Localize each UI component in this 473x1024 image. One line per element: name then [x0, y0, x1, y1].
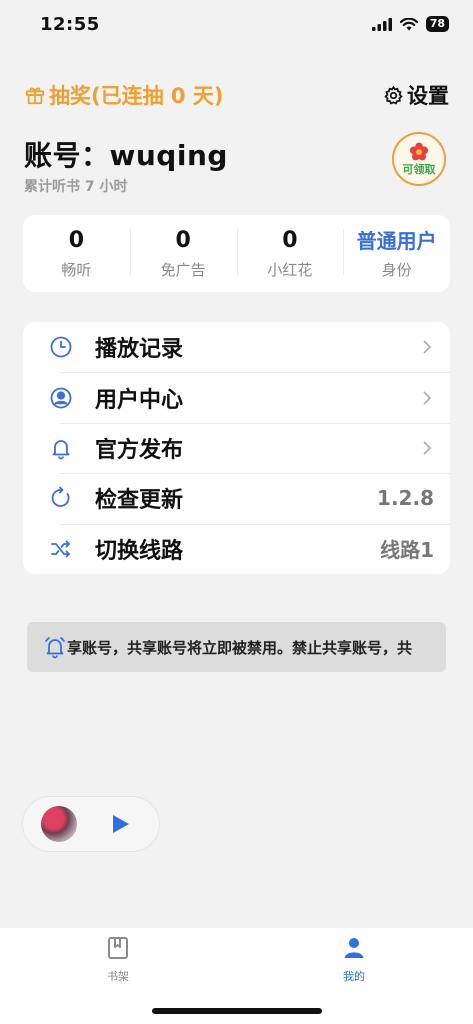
menu-card: 播放记录 用户中心 官方发布 检查更新 1.2.8 切换线路 线路1: [23, 322, 450, 574]
lottery-button[interactable]: 抽奖(已连抽 0 天): [24, 80, 223, 110]
menu-item-switch-route[interactable]: 切换线路 线路1: [23, 523, 450, 574]
menu-label: 切换线路: [95, 538, 184, 564]
chevron-right-icon: [423, 391, 432, 405]
gift-icon: [25, 87, 45, 105]
stats-card: 0 畅听 0 免广告 0 小红花 普通用户 身份: [23, 215, 450, 292]
alarm-bell-icon: [45, 637, 65, 659]
stat-label: 畅听: [61, 261, 92, 279]
mini-player[interactable]: [22, 796, 160, 852]
album-cover[interactable]: [41, 806, 77, 842]
user-circle-icon: [47, 384, 75, 412]
menu-label: 用户中心: [95, 387, 184, 413]
listen-time: 累计听书 7 小时: [24, 179, 128, 195]
menu-item-user-center[interactable]: 用户中心: [23, 372, 450, 422]
notice-banner[interactable]: 享账号，共享账号将立即被禁用。禁止共享账号，共: [27, 622, 446, 672]
settings-button[interactable]: 设置: [383, 80, 449, 110]
battery-icon: 78: [425, 16, 449, 32]
claim-label: 可领取: [402, 163, 436, 176]
menu-label: 检查更新: [95, 488, 184, 514]
claim-button[interactable]: 可领取: [392, 132, 446, 186]
stat-label: 免广告: [160, 261, 206, 279]
signal-icon: [371, 17, 392, 31]
stat-value: 普通用户: [356, 229, 437, 253]
stat-value: 0: [175, 228, 191, 253]
tab-mine[interactable]: 我的: [314, 936, 394, 984]
version-value: 1.2.8: [377, 486, 434, 511]
menu-item-check-update[interactable]: 检查更新 1.2.8: [23, 473, 450, 523]
menu-label: 官方发布: [95, 437, 184, 463]
tab-bookshelf[interactable]: 书架: [78, 936, 158, 984]
account-name: 账号：wuqing: [24, 139, 228, 172]
bell-icon: [47, 434, 75, 462]
stat-identity[interactable]: 普通用户 身份: [343, 227, 450, 280]
tab-label: 我的: [343, 970, 365, 983]
status-icons: 78: [371, 16, 449, 32]
settings-label: 设置: [407, 84, 449, 108]
menu-item-official-release[interactable]: 官方发布: [23, 422, 450, 473]
stat-value: 0: [282, 228, 298, 253]
shuffle-icon: [47, 535, 75, 563]
stat-listen[interactable]: 0 畅听: [23, 227, 130, 280]
status-time: 12:55: [40, 14, 100, 35]
chevron-right-icon: [423, 340, 432, 354]
stat-value: 0: [68, 228, 85, 253]
home-indicator: [152, 1008, 322, 1014]
flower-icon: [409, 142, 429, 161]
gear-icon: [384, 85, 403, 104]
stat-label: 身份: [381, 261, 412, 279]
chevron-right-icon: [423, 441, 432, 455]
refresh-icon: [47, 484, 75, 512]
lottery-label: 抽奖(已连抽 0 天): [49, 84, 224, 108]
route-value: 线路1: [380, 538, 434, 563]
tab-label: 书架: [107, 970, 129, 983]
wifi-icon: [399, 17, 418, 30]
menu-item-play-history[interactable]: 播放记录: [23, 322, 450, 372]
status-bar: 12:55 78: [0, 0, 473, 52]
menu-label: 播放记录: [95, 337, 184, 363]
clock-icon: [47, 333, 75, 361]
stat-red-flower[interactable]: 0 小红花: [236, 227, 344, 280]
person-icon: [344, 938, 364, 958]
play-icon[interactable]: [111, 813, 131, 835]
stat-label: 小红花: [267, 261, 313, 279]
book-icon: [108, 937, 128, 959]
stat-ad-free[interactable]: 0 免广告: [129, 227, 237, 280]
notice-text: 享账号，共享账号将立即被禁用。禁止共享账号，共: [67, 638, 413, 657]
